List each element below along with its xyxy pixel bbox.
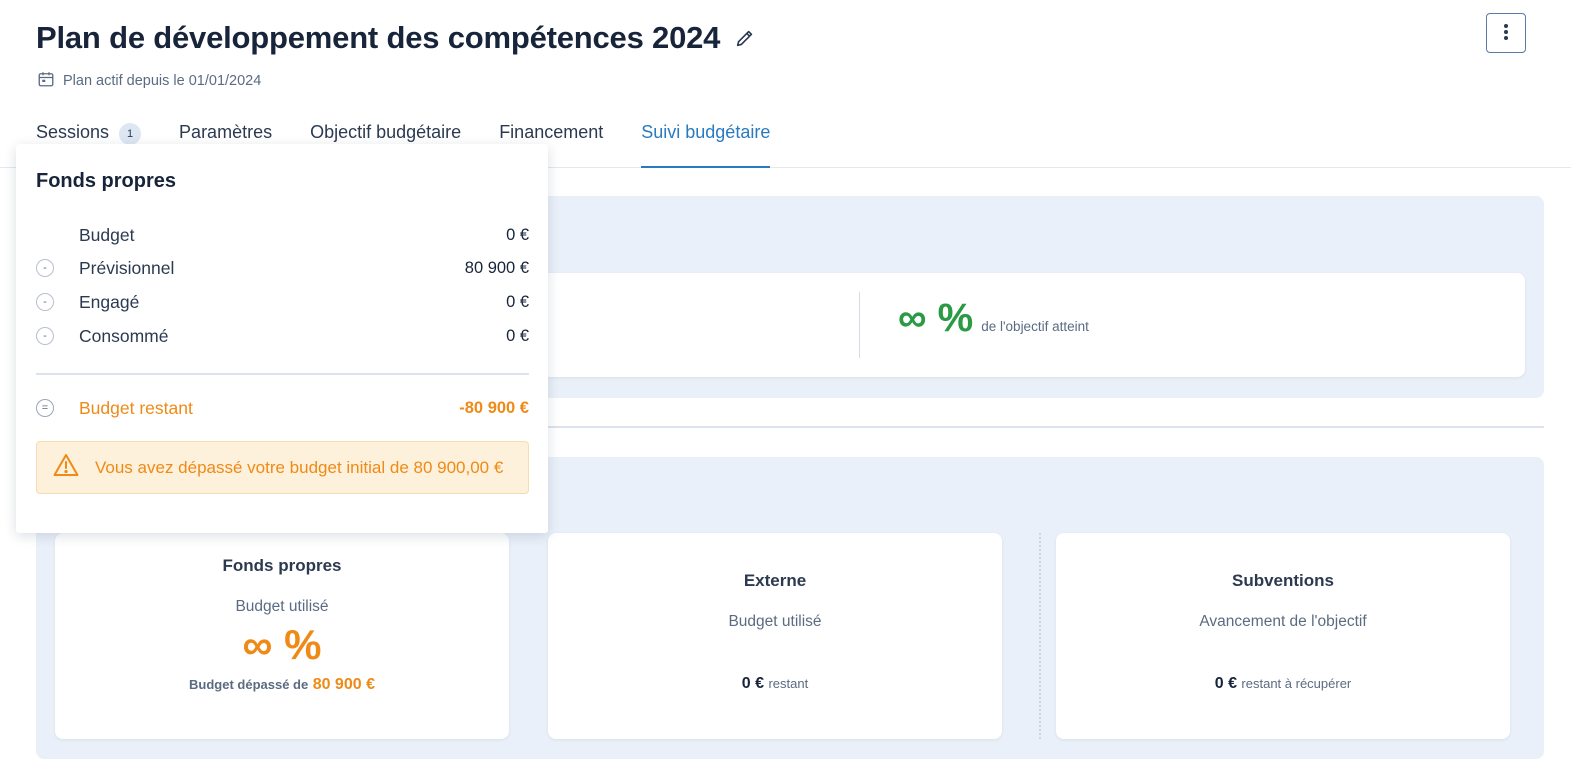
tab-label: Suivi budgétaire: [641, 122, 771, 142]
card-subtitle: Budget utilisé: [235, 598, 329, 615]
row-value: -80 900 €: [459, 398, 529, 417]
card-subtitle: Budget utilisé: [728, 613, 822, 630]
row-label: Prévisionnel: [79, 257, 175, 278]
sessions-count-badge: 1: [119, 123, 142, 145]
card-value: ∞ %: [242, 621, 322, 668]
objective-label: de l'objectif atteint: [981, 319, 1089, 334]
objective-stat: ∞ % de l'objectif atteint: [898, 296, 1089, 341]
card-subtitle: Avancement de l'objectif: [1199, 613, 1367, 630]
card-amount: 0 € restant: [548, 675, 1002, 693]
fonds-propres-popover: Fonds propres Budget 0 € - Prévisionnel …: [16, 144, 548, 533]
card-amount: 0 € restant à récupérer: [1056, 675, 1510, 693]
popover-row-engage: - Engagé 0 €: [36, 290, 529, 314]
plan-status-text: Plan actif depuis le 01/01/2024: [63, 73, 262, 89]
warning-icon: [53, 453, 79, 482]
card-note-prefix: Budget dépassé de: [189, 677, 309, 692]
popover-title: Fonds propres: [36, 170, 177, 192]
objective-value: ∞ %: [898, 296, 974, 340]
card-amount-note: restant: [768, 676, 809, 691]
tab-label: Financement: [499, 122, 604, 142]
page-title: Plan de développement des compétences 20…: [36, 20, 721, 55]
cards-divider: [1039, 533, 1041, 739]
popover-row-budget: Budget 0 €: [36, 223, 529, 247]
card-note-amount: 80 900 €: [312, 676, 375, 693]
divider: [859, 292, 860, 358]
popover-row-consomme: - Consommé 0 €: [36, 324, 529, 348]
funding-card-externe: Externe Budget utilisé 0 € restant: [548, 533, 1002, 739]
row-label: Budget restant: [79, 397, 193, 418]
funding-card-fonds-propres: Fonds propres Budget utilisé ∞ % Budget …: [55, 533, 509, 739]
row-value: 0 €: [506, 326, 529, 345]
card-title: Subventions: [1231, 571, 1334, 590]
row-value: 0 €: [506, 225, 529, 244]
minus-icon: -: [36, 259, 54, 277]
popover-row-previsionnel: - Prévisionnel 80 900 €: [36, 256, 529, 280]
card-amount-value: 0 €: [1214, 675, 1237, 692]
tab-label: Objectif budgétaire: [310, 122, 462, 142]
title-row: Plan de développement des compétences 20…: [36, 20, 756, 56]
funding-card-subventions: Subventions Avancement de l'objectif 0 €…: [1056, 533, 1510, 739]
card-amount-value: 0 €: [741, 675, 765, 692]
equals-icon: =: [36, 399, 54, 417]
tab-suivi-budgetaire[interactable]: Suivi budgétaire: [641, 110, 771, 168]
row-value: 80 900 €: [464, 258, 529, 277]
alert-text: Vous avez dépassé votre budget initial d…: [95, 457, 504, 477]
row-label: Consommé: [79, 325, 169, 346]
card-amount-note: restant à récupérer: [1241, 676, 1352, 691]
tab-label: Sessions: [36, 122, 110, 142]
tab-label: Paramètres: [179, 122, 273, 142]
row-label: Engagé: [79, 291, 140, 312]
card-title: Externe: [743, 571, 807, 590]
section-divider: [380, 426, 1544, 428]
row-label: Budget: [79, 224, 135, 245]
pencil-icon[interactable]: [734, 27, 756, 49]
kebab-menu-icon: [1503, 23, 1509, 44]
card-title: Fonds propres: [222, 556, 342, 575]
page-header: Plan de développement des compétences 20…: [0, 0, 1571, 168]
row-symbol: [36, 226, 54, 244]
popover-row-budget-restant: = Budget restant -80 900 €: [36, 396, 529, 420]
minus-icon: -: [36, 293, 54, 311]
more-options-button[interactable]: [1486, 13, 1526, 53]
card-note: Budget dépassé de 80 900 €: [55, 676, 509, 694]
budget-exceeded-alert: Vous avez dépassé votre budget initial d…: [36, 441, 529, 494]
calendar-icon: [37, 70, 55, 92]
popover-divider: [36, 373, 529, 375]
row-value: 0 €: [506, 292, 529, 311]
minus-icon: -: [36, 327, 54, 345]
plan-status: Plan actif depuis le 01/01/2024: [37, 70, 261, 92]
